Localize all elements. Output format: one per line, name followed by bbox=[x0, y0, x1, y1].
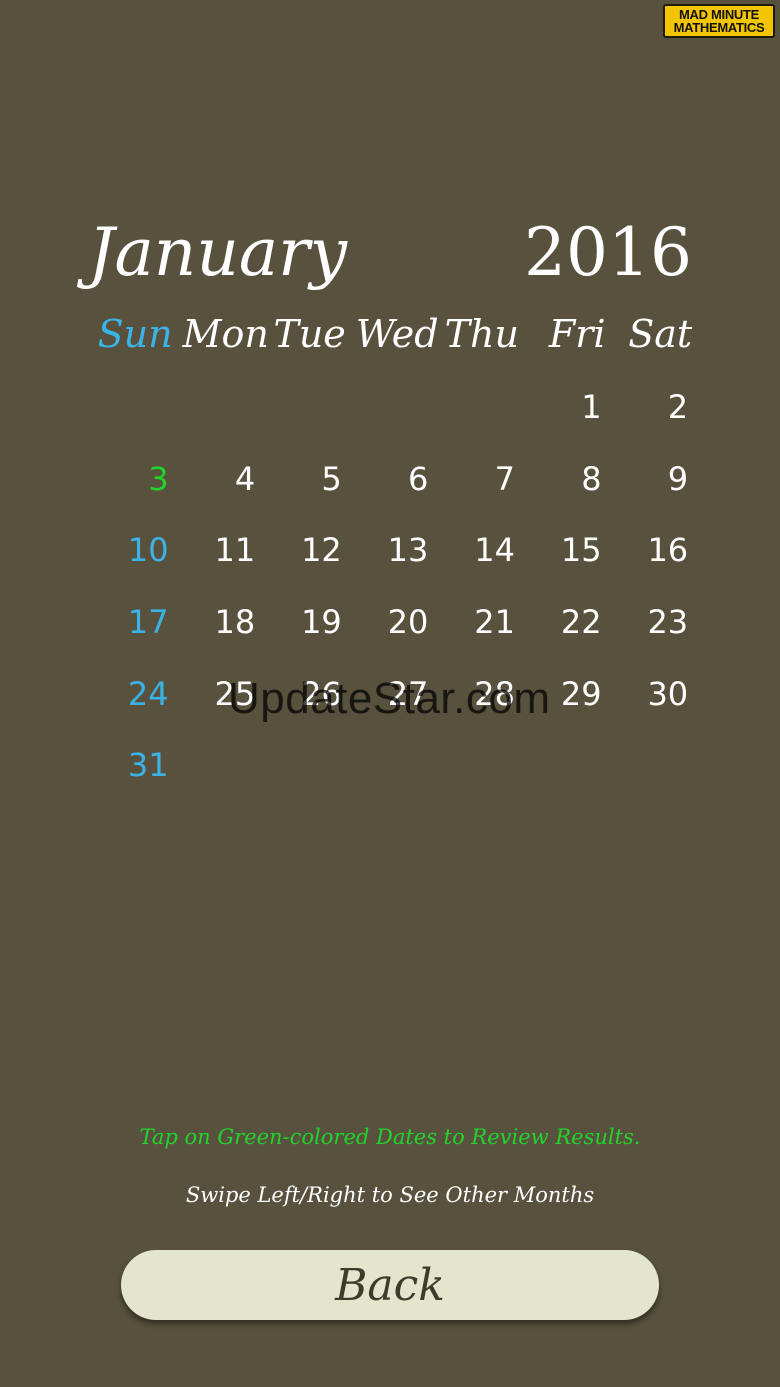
calendar-grid: 1 2 3 4 5 6 7 8 9 10 11 12 13 14 15 16 17 18 19 20 21 22 23 24 2… bbox=[96, 388, 702, 818]
empty-cell bbox=[96, 388, 183, 460]
weekday-header: Sun Mon Tue Wed Thu Fri Sat bbox=[96, 312, 702, 356]
date-cell: 17 bbox=[127, 603, 169, 642]
date-cell: 15 bbox=[560, 531, 602, 570]
weekday-tue: Tue bbox=[273, 312, 346, 356]
empty-cell bbox=[269, 388, 356, 460]
date-cell: 24 bbox=[127, 674, 169, 713]
back-button[interactable]: Back bbox=[121, 1250, 659, 1320]
empty-cell bbox=[183, 746, 270, 818]
date-cell: 22 bbox=[560, 603, 602, 642]
date-cell: 30 bbox=[647, 674, 689, 713]
date-cell: 8 bbox=[581, 459, 602, 498]
date-cell[interactable]: 3 bbox=[96, 460, 183, 532]
date-cell: 7 bbox=[494, 459, 515, 498]
logo-line-2: MATHEMATICS bbox=[673, 20, 765, 35]
month-title: January bbox=[88, 214, 348, 291]
empty-cell bbox=[442, 746, 529, 818]
date-cell: 21 bbox=[474, 603, 515, 642]
date-cell: 19 bbox=[301, 603, 342, 642]
weekday-sat: Sat bbox=[628, 312, 693, 356]
date-cell: 9 bbox=[667, 459, 689, 498]
date-cell: 14 bbox=[474, 531, 515, 570]
empty-cell bbox=[183, 388, 270, 460]
empty-cell bbox=[356, 746, 443, 818]
weekday-fri: Fri bbox=[548, 312, 606, 356]
date-cell: 1 bbox=[581, 388, 602, 426]
weekday-sun: Sun bbox=[97, 312, 173, 356]
review-hint: Tap on Green-colored Dates to Review Res… bbox=[139, 1125, 641, 1149]
empty-cell bbox=[529, 746, 616, 818]
date-cell: 18 bbox=[214, 603, 256, 642]
weekday-thu: Thu bbox=[444, 312, 519, 356]
date-cell: 11 bbox=[214, 531, 256, 570]
empty-cell bbox=[269, 746, 356, 818]
date-cell: 31 bbox=[127, 746, 169, 785]
date-cell: 10 bbox=[127, 531, 169, 570]
date-cell: 20 bbox=[387, 603, 429, 642]
date-cell: 13 bbox=[387, 531, 429, 570]
empty-cell bbox=[616, 746, 703, 818]
weekday-wed: Wed bbox=[355, 312, 439, 356]
date-cell: 23 bbox=[647, 603, 689, 642]
empty-cell bbox=[356, 388, 443, 460]
date-cell: 4 bbox=[234, 459, 256, 498]
date-cell: 12 bbox=[301, 531, 342, 570]
empty-cell bbox=[442, 388, 529, 460]
weekday-mon: Mon bbox=[182, 312, 269, 356]
app-logo: MAD MINUTE MATHEMATICS bbox=[663, 4, 775, 38]
swipe-hint: Swipe Left/Right to See Other Months bbox=[185, 1183, 595, 1207]
date-cell: 6 bbox=[408, 459, 429, 498]
date-cell: 2 bbox=[667, 388, 689, 426]
date-cell: 5 bbox=[321, 459, 342, 498]
watermark: UpdateStar.com bbox=[228, 674, 551, 723]
date-cell: 16 bbox=[647, 531, 689, 570]
year-title: 2016 bbox=[524, 214, 692, 291]
